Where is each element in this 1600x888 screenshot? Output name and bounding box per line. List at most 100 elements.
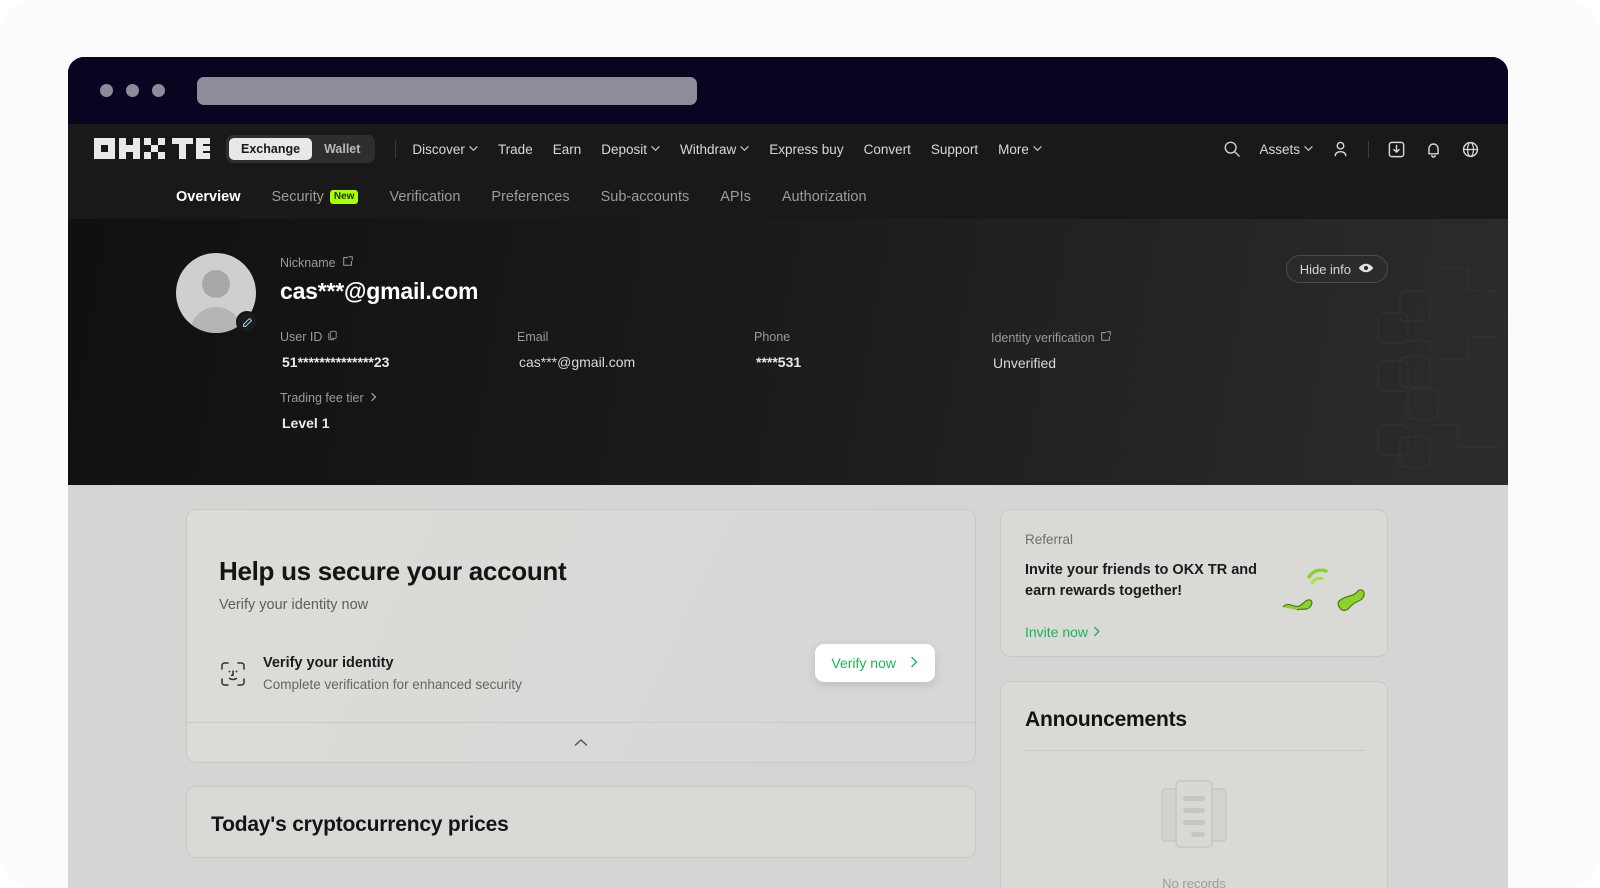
user-icon[interactable] <box>1331 140 1350 159</box>
tab-authorization[interactable]: Authorization <box>782 189 867 205</box>
bell-icon[interactable] <box>1424 140 1443 159</box>
profile-hero: Hide info Nickname cas***@gmail.com User… <box>68 219 1508 485</box>
segment-wallet[interactable]: Wallet <box>312 138 372 160</box>
nav-item-convert[interactable]: Convert <box>864 142 911 157</box>
side-column: Referral Invite your friends to OKX TR a… <box>1000 509 1388 888</box>
phone-value: ****531 <box>756 354 802 370</box>
main-content: Help us secure your account Verify your … <box>68 485 1508 888</box>
trading-fee-tier[interactable]: Trading fee tier Level 1 <box>280 391 1228 431</box>
nav-divider <box>395 140 397 158</box>
maximize-dot[interactable] <box>152 84 165 97</box>
copy-icon[interactable] <box>327 330 338 344</box>
referral-card[interactable]: Referral Invite your friends to OKX TR a… <box>1000 509 1388 657</box>
edit-nickname-icon[interactable] <box>342 255 354 270</box>
verify-identity-task-description: Complete verification for enhanced secur… <box>263 677 522 692</box>
download-icon[interactable] <box>1387 140 1406 159</box>
referral-decorative-art <box>1279 559 1369 634</box>
okx-tr-logo[interactable] <box>94 138 210 160</box>
nav-item-convert-label: Convert <box>863 141 911 157</box>
minimize-dot[interactable] <box>126 84 139 97</box>
info-cell-phone: Phone ****531 <box>754 330 991 371</box>
profile-info-grid: User ID 51**************23 Email cas***@… <box>280 330 1228 371</box>
identity-verification-label: Identity verification <box>991 330 1095 345</box>
crypto-prices-card: Today's cryptocurrency prices <box>186 786 976 858</box>
chevron-right-icon <box>1093 624 1101 640</box>
nav-item-more[interactable]: More <box>998 142 1042 157</box>
search-icon[interactable] <box>1223 140 1241 158</box>
secure-account-title: Help us secure your account <box>219 556 567 586</box>
user-id-label-row: User ID <box>280 330 517 344</box>
nav-item-assets-label: Assets <box>1259 141 1300 157</box>
chevron-down-icon <box>740 144 749 153</box>
announcements-card: Announcements No records <box>1000 681 1388 888</box>
globe-icon[interactable] <box>1461 140 1480 159</box>
tab-authorization-label: Authorization <box>781 188 867 205</box>
chevron-down-icon <box>1304 144 1313 153</box>
chevron-up-icon <box>574 734 588 752</box>
verify-identity-task-text: Verify your identity Complete verificati… <box>263 655 522 692</box>
nav-item-trade[interactable]: Trade <box>498 142 533 157</box>
page-frame: Exchange Wallet Discover Trade Earn Depo… <box>0 0 1600 888</box>
tab-apis-label: APIs <box>720 188 751 205</box>
exchange-wallet-toggle[interactable]: Exchange Wallet <box>226 135 376 163</box>
verify-identity-task-title: Verify your identity <box>263 655 394 671</box>
tab-preferences[interactable]: Preferences <box>491 189 569 205</box>
collapse-secure-card-button[interactable] <box>187 722 975 762</box>
hide-info-label: Hide info <box>1299 261 1351 277</box>
nav-item-support[interactable]: Support <box>931 142 978 157</box>
nav-item-deposit-label: Deposit <box>601 141 648 157</box>
edit-avatar-icon[interactable] <box>236 311 258 333</box>
verify-now-button[interactable]: Verify now <box>815 644 935 682</box>
nickname-label-row: Nickname <box>280 255 1228 270</box>
nav-item-deposit[interactable]: Deposit <box>601 142 660 157</box>
invite-now-label: Invite now <box>1025 624 1089 641</box>
nav-item-more-label: More <box>998 141 1029 157</box>
tab-security-label: Security <box>271 188 324 205</box>
identity-verification-label-row: Identity verification <box>991 330 1228 345</box>
documents-icon <box>1158 777 1230 862</box>
nav-links: Discover Trade Earn Deposit Withdraw Exp… <box>412 142 1042 157</box>
avatar-wrapper[interactable] <box>176 253 258 333</box>
nav-item-assets[interactable]: Assets <box>1259 142 1313 157</box>
info-cell-user-id: User ID 51**************23 <box>280 330 517 371</box>
avatar-head <box>202 270 230 298</box>
nav-separator <box>1368 140 1369 158</box>
nav-item-discover[interactable]: Discover <box>412 142 478 157</box>
info-cell-identity-verification: Identity verification Unverified <box>991 330 1228 371</box>
nav-item-discover-label: Discover <box>412 141 465 157</box>
nav-item-express-buy[interactable]: Express buy <box>769 142 843 157</box>
identity-verification-value: Unverified <box>993 355 1057 371</box>
tab-security[interactable]: Security New <box>272 189 359 205</box>
site-viewport: Exchange Wallet Discover Trade Earn Depo… <box>68 124 1508 888</box>
tab-apis[interactable]: APIs <box>720 189 751 205</box>
avatar-body <box>190 307 242 333</box>
user-id-label: User ID <box>280 330 323 344</box>
tab-sub-accounts-label: Sub-accounts <box>600 188 690 205</box>
address-bar[interactable] <box>197 76 697 105</box>
chevron-right-icon <box>910 655 919 671</box>
referral-text: Invite your friends to OKX TR and earn r… <box>1025 562 1258 600</box>
tab-verification[interactable]: Verification <box>389 189 460 205</box>
eye-icon <box>1358 262 1374 277</box>
status-badge-new: New <box>329 189 359 204</box>
segment-exchange[interactable]: Exchange <box>229 138 313 160</box>
main-column: Help us secure your account Verify your … <box>186 509 976 888</box>
nav-item-trade-label: Trade <box>497 141 533 157</box>
nav-item-withdraw[interactable]: Withdraw <box>680 142 749 157</box>
tab-overview[interactable]: Overview <box>176 189 241 205</box>
external-link-icon[interactable] <box>1100 330 1112 345</box>
crypto-prices-title: Today's cryptocurrency prices <box>211 813 509 836</box>
profile-details: Nickname cas***@gmail.com User ID 51****… <box>280 253 1228 431</box>
tab-sub-accounts[interactable]: Sub-accounts <box>601 189 690 205</box>
announcements-title: Announcements <box>1025 708 1187 731</box>
nav-item-express-buy-label: Express buy <box>769 141 844 157</box>
info-cell-email: Email cas***@gmail.com <box>517 330 754 371</box>
email-label-row: Email <box>517 330 754 344</box>
nav-item-withdraw-label: Withdraw <box>680 141 737 157</box>
hide-info-button[interactable]: Hide info <box>1285 255 1388 283</box>
verify-identity-task-row: Verify your identity Complete verificati… <box>219 644 943 722</box>
top-navigation-bar: Exchange Wallet Discover Trade Earn Depo… <box>68 124 1508 174</box>
nav-item-earn[interactable]: Earn <box>553 142 582 157</box>
close-dot[interactable] <box>100 84 113 97</box>
announcements-empty-state: No records <box>1001 751 1387 888</box>
